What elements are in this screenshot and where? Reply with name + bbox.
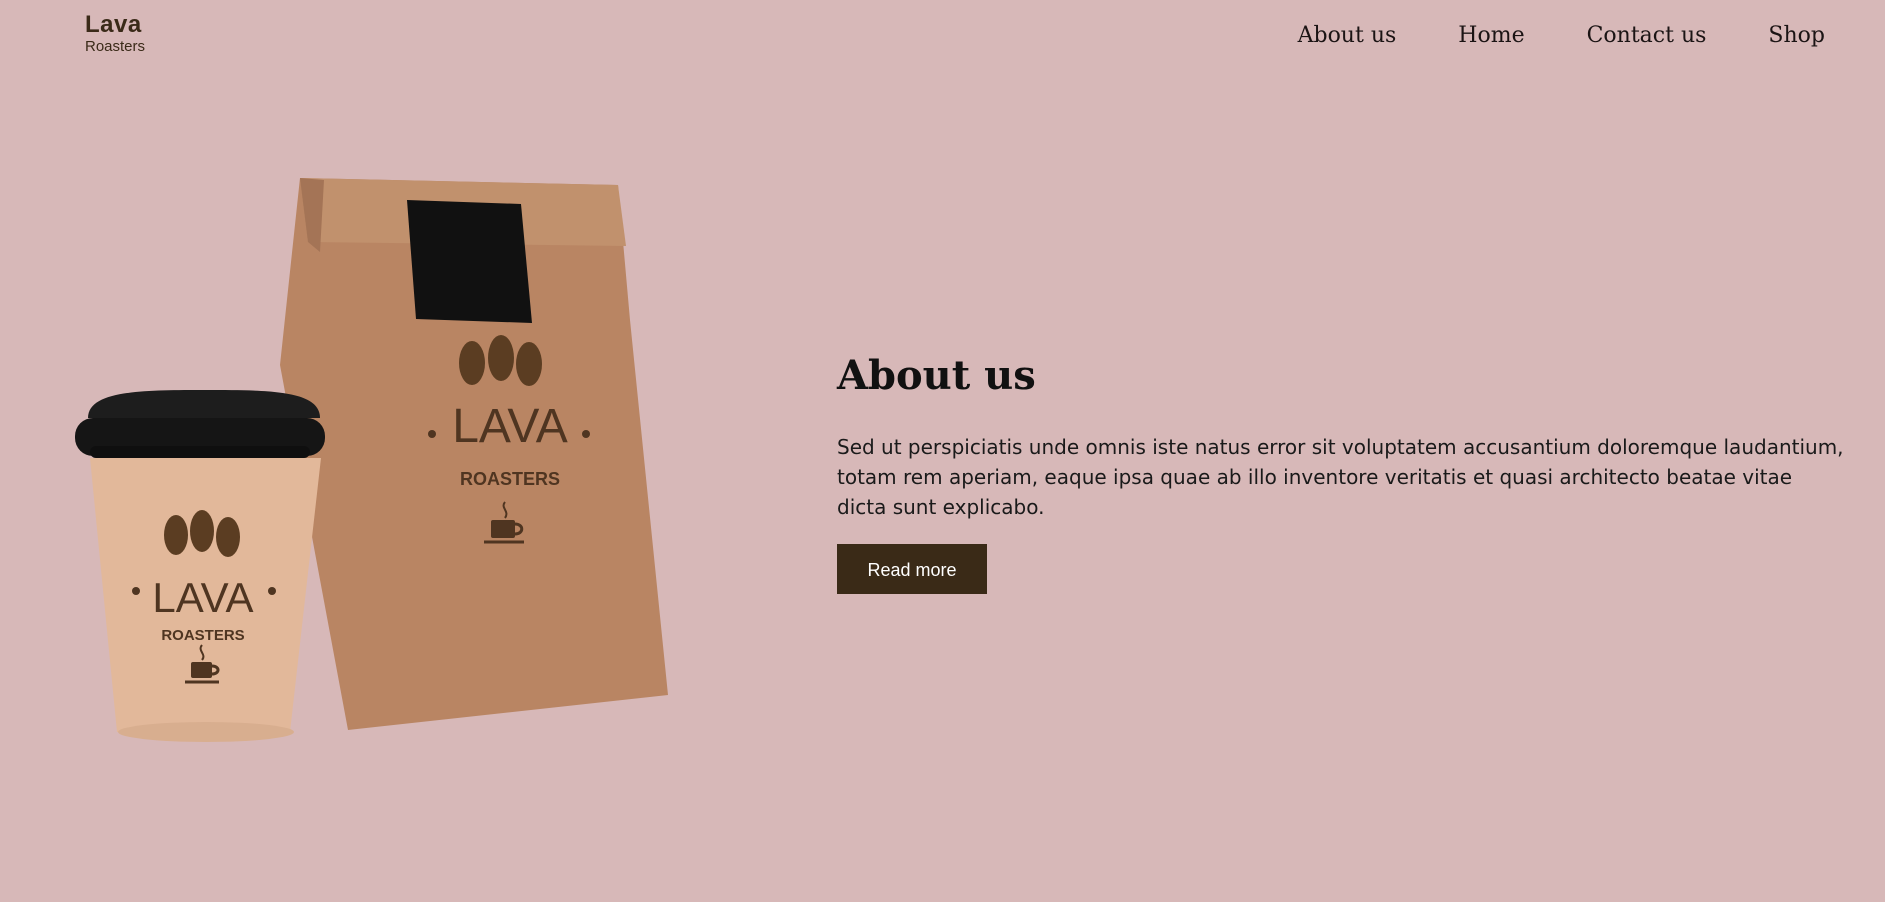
bag-subtitle-text: ROASTERS [460, 469, 560, 489]
coffee-cup: LAVA ROASTERS [75, 390, 325, 742]
about-description: Sed ut perspiciatis unde omnis iste natu… [837, 435, 1844, 519]
coffee-products-svg: LAVA ROASTERS LAVA ROASTERS [75, 178, 668, 742]
about-section: About us Sed ut perspiciatis unde omnis … [837, 350, 1857, 594]
read-more-button[interactable]: Read more [837, 544, 987, 594]
cup-subtitle-text: ROASTERS [161, 627, 244, 644]
bag-brand-text: LAVA [452, 400, 568, 453]
nav-home[interactable]: Home [1458, 22, 1524, 50]
bag-coffee-beans-icon [459, 335, 542, 386]
product-illustration: LAVA ROASTERS LAVA ROASTERS [70, 170, 680, 760]
brand-name: Lava [85, 11, 142, 38]
about-title: About us [837, 352, 1036, 399]
main-nav: About us Home Contact us Shop [1298, 22, 1825, 50]
coffee-bag: LAVA ROASTERS [280, 178, 668, 730]
nav-shop[interactable]: Shop [1768, 22, 1825, 50]
cup-brand-text: LAVA [152, 574, 253, 621]
nav-contact-us[interactable]: Contact us [1587, 22, 1707, 50]
brand-logo[interactable]: Lava Roasters [85, 12, 145, 56]
nav-about-us[interactable]: About us [1298, 22, 1397, 50]
brand-tagline: Roasters [85, 38, 146, 55]
cup-coffee-beans-icon [164, 510, 240, 557]
